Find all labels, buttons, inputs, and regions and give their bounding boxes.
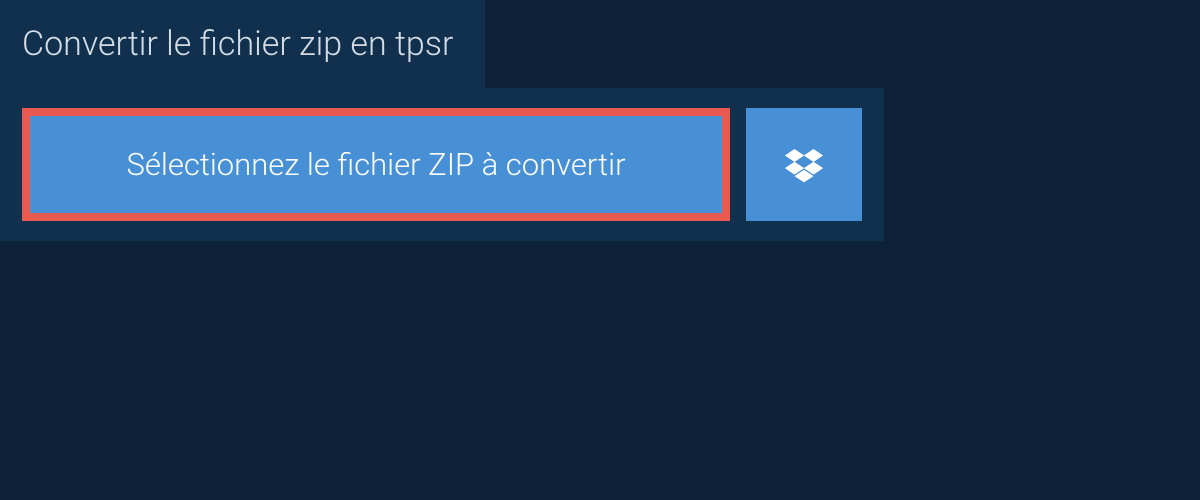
converter-widget: Convertir le fichier zip en tpsr Sélecti… [0,0,1200,241]
action-panel: Sélectionnez le fichier ZIP à convertir [0,88,884,241]
dropbox-icon [785,146,823,184]
select-file-label: Sélectionnez le fichier ZIP à convertir [126,146,625,183]
dropbox-button[interactable] [746,108,862,221]
select-file-button[interactable]: Sélectionnez le fichier ZIP à convertir [22,108,730,221]
page-title: Convertir le fichier zip en tpsr [0,0,485,88]
